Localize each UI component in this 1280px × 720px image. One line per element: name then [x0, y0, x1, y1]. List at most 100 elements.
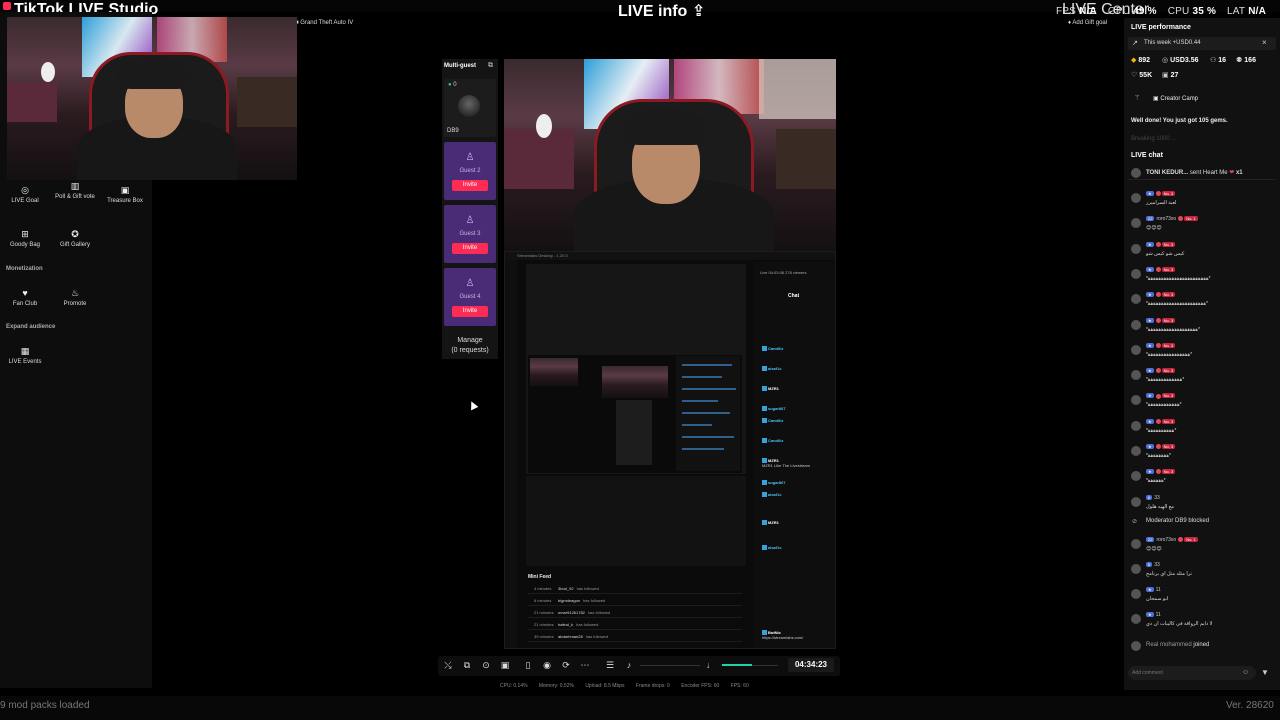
- fan-club-tool[interactable]: ♥ Fan Club: [1, 289, 49, 308]
- live-performance-title: LIVE performance: [1131, 24, 1191, 31]
- joined-user: Real mohammed: [1146, 642, 1192, 648]
- avatar: [1131, 564, 1141, 574]
- rank-badge: No. 3: [1161, 292, 1176, 298]
- gift-icon: ▣: [1162, 72, 1169, 79]
- minifeed-row: 39 minutes abdarhman28 has followed: [528, 632, 742, 642]
- live-info-button[interactable]: LIVE info ⇪: [618, 1, 705, 21]
- fps-value: N/A: [1079, 6, 1097, 17]
- streamlabs-chat-line: aisaf1c: [762, 545, 782, 551]
- promote-label: Promote: [63, 301, 87, 307]
- gems-value: 892: [1138, 57, 1151, 64]
- heart-gift-icon: ❤: [1229, 170, 1235, 176]
- manage-requests-button[interactable]: Manage (0 requests): [444, 336, 496, 356]
- invite-button[interactable]: Invite: [452, 180, 488, 191]
- rank-badge: No. 3: [1161, 444, 1176, 449]
- record-icon[interactable]: ◉: [541, 659, 553, 671]
- invite-button[interactable]: Invite: [452, 306, 488, 317]
- weekly-earnings-banner[interactable]: This week +USD0.44: [1128, 37, 1276, 50]
- close-icon[interactable]: ×: [1262, 38, 1267, 47]
- status-dot-icon: ●: [448, 82, 452, 88]
- trend-icon: ↗: [1132, 40, 1138, 47]
- gift-goal-label: Add Gift goal: [1072, 20, 1108, 26]
- poll-tool[interactable]: ▥ Poll & Gift vote: [51, 182, 99, 201]
- badge-icon: [762, 480, 767, 486]
- live-goal-tool[interactable]: ◎ LIVE Goal: [1, 186, 49, 205]
- creator-camp-button[interactable]: ▣ Creator Camp: [1150, 93, 1216, 106]
- guest-slot-2[interactable]: ♙ Guest 2 Invite: [444, 142, 496, 200]
- portrait-icon[interactable]: ▯: [522, 659, 534, 671]
- minifeed-row: 21 minutes omar91261782 has followed: [528, 608, 742, 618]
- treasure-box-tool[interactable]: ▣ Treasure Box: [101, 185, 149, 205]
- avatar: [1131, 193, 1141, 203]
- transition-icon[interactable]: ⤯: [442, 659, 454, 671]
- viewers-value: 16: [1218, 57, 1227, 64]
- streamlabs-chat-line: MZR1 MZR1 Like The Livestream: [762, 458, 810, 468]
- guest-slot-3[interactable]: ♙ Guest 3 Invite: [444, 205, 496, 263]
- creator-camp-label: Creator Camp: [1160, 96, 1199, 102]
- chat-username: 33: [1154, 562, 1160, 568]
- goody-bag-tool[interactable]: ⊞ Goody Bag: [1, 230, 49, 249]
- treasure-box-icon: ▣: [120, 185, 130, 195]
- add-gift-goal-button[interactable]: ♦ Add Gift goal: [1068, 20, 1107, 26]
- comment-input[interactable]: Add comment: [1128, 666, 1256, 680]
- emoji-icon[interactable]: ☺: [1242, 669, 1249, 676]
- fan-badge-icon: [1155, 444, 1161, 450]
- streamlabs-chat-line: aisaf1c: [762, 492, 782, 498]
- gifters-stat: ▣ 27: [1162, 71, 1178, 79]
- streamlabs-chat-panel: [754, 262, 834, 648]
- monetization-heading: Monetization: [6, 266, 43, 272]
- settings-sliders-icon[interactable]: ☰: [604, 659, 616, 671]
- level-badge: ★: [1146, 368, 1154, 374]
- microphone-icon[interactable]: ♩: [705, 659, 717, 671]
- gifters-value: 27: [1170, 72, 1179, 79]
- gift-gallery-tool[interactable]: ✪ Gift Gallery: [51, 230, 99, 249]
- fan-badge-icon: [1155, 267, 1161, 273]
- live-timer: 04:34:23: [788, 658, 834, 672]
- live-events-tool[interactable]: ▦ LIVE Events: [1, 347, 49, 366]
- chat-message: 😊😊😊: [1146, 225, 1162, 232]
- stat-drops: Frame drops: 0: [635, 683, 670, 689]
- stat-fps: FPS: 60: [730, 683, 749, 689]
- guest-name: Guest 4: [459, 294, 481, 300]
- volume-slider[interactable]: [640, 665, 700, 666]
- more-icon[interactable]: ⋯: [579, 659, 591, 671]
- screen-icon[interactable]: ▣: [499, 659, 511, 671]
- filter-icon[interactable]: ▼: [1261, 668, 1269, 677]
- usd-stat: ◎ USD3.56: [1162, 56, 1199, 64]
- fan-club-label: Fan Club: [12, 301, 38, 307]
- level-badge: ★: [1146, 612, 1154, 617]
- badge-icon: [762, 406, 767, 412]
- nested-chat: [676, 356, 740, 471]
- popout-icon[interactable]: ⧉: [488, 62, 493, 70]
- game-tag[interactable]: ■ Grand Theft Auto IV: [295, 20, 353, 26]
- badge-icon: [762, 418, 767, 424]
- layers-icon[interactable]: ⧉: [461, 659, 473, 671]
- guest-slot-4[interactable]: ♙ Guest 4 Invite: [444, 268, 496, 326]
- live-events-label: LIVE Events: [8, 359, 42, 365]
- chat-message: *ﻫﻫﻫﻫﻫﻫﻫﻫﻫﻫ*: [1146, 427, 1177, 434]
- avatar: [1131, 589, 1141, 599]
- host-name: DB9: [447, 128, 459, 134]
- speaker-icon[interactable]: ♪: [623, 659, 635, 671]
- chat-username: aisaf1c: [768, 366, 782, 371]
- mic-slider[interactable]: [752, 665, 778, 666]
- promote-tool[interactable]: ♨ Promote: [51, 289, 99, 308]
- person-icon: ♙: [465, 215, 475, 226]
- level-badge: 8: [1146, 494, 1153, 500]
- chat-username: roro73xo: [1156, 537, 1177, 543]
- avatar: [1131, 496, 1141, 507]
- badge-icon: [762, 438, 767, 444]
- badge-icon: [762, 545, 767, 551]
- replay-icon[interactable]: ⟳: [560, 659, 572, 671]
- invite-button[interactable]: Invite: [452, 243, 488, 254]
- camera-icon[interactable]: ⊙: [480, 659, 492, 671]
- host-count: ● 0: [448, 82, 457, 88]
- moderator-notice: Moderator DB9 blocked: [1146, 518, 1210, 524]
- live-goal-label: LIVE Goal: [11, 198, 39, 204]
- chat-meta: ★ No. 3: [1146, 393, 1177, 399]
- tiktok-logo-icon: [3, 2, 11, 10]
- person-icon: ♙: [465, 278, 475, 289]
- joined-notice: Real mohammed joined: [1146, 642, 1209, 648]
- chat-username: Candiliz: [768, 346, 784, 351]
- block-icon: ⊘: [1132, 519, 1138, 525]
